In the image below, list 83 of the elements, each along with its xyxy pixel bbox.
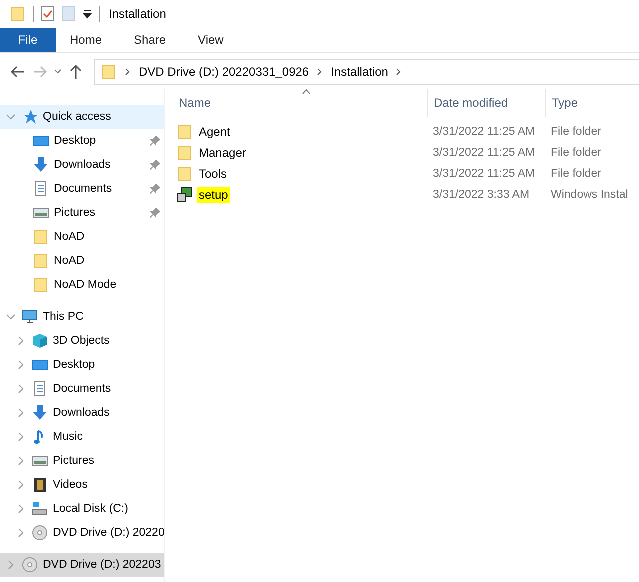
address-bar[interactable]: DVD Drive (D:) 20220331_0926 Installation (94, 59, 639, 85)
nav-item[interactable]: Pictures (0, 201, 164, 225)
back-icon[interactable] (10, 64, 26, 80)
folder-icon (33, 229, 49, 245)
document-icon (32, 381, 48, 397)
nav-item[interactable]: DVD Drive (D:) 202203 (0, 553, 164, 577)
nav-item[interactable]: Downloads (0, 401, 164, 425)
nav-item[interactable]: Quick access (0, 105, 164, 129)
forward-icon[interactable] (32, 64, 48, 80)
file-type: File folder (550, 146, 602, 158)
file-type: File folder (550, 168, 602, 180)
breadcrumb[interactable]: Installation (331, 65, 388, 79)
nav-item[interactable]: NoAD (0, 249, 164, 273)
computer-icon (22, 309, 38, 325)
cube-icon (32, 333, 48, 349)
disc-icon (32, 525, 48, 541)
date-modified: 3/31/2022 3:33 AM (432, 188, 531, 200)
file-name[interactable]: Manager (197, 144, 248, 160)
star-icon (22, 109, 38, 125)
folder-icon (177, 166, 193, 182)
folder-icon (33, 277, 49, 293)
nav-item[interactable]: NoAD Mode (0, 273, 164, 297)
folder-icon (10, 6, 26, 22)
nav-item[interactable]: Pictures (0, 449, 164, 473)
nav-item[interactable]: 3D Objects (0, 329, 164, 353)
sort-up-icon (302, 89, 311, 95)
nav-item[interactable]: Downloads (0, 153, 164, 177)
folder-icon (177, 144, 193, 160)
nav-item[interactable]: DVD Drive (D:) 20220 (0, 521, 164, 545)
down-arrow-icon (32, 405, 48, 421)
nav-item[interactable]: Desktop (0, 353, 164, 377)
monitor-icon (32, 357, 48, 373)
nav-item[interactable]: Videos (0, 473, 164, 497)
document-icon (33, 181, 49, 197)
nav-item[interactable]: Music (0, 425, 164, 449)
picture-icon (33, 205, 49, 221)
ribbon-tab[interactable]: Home (56, 28, 116, 52)
drive-icon (32, 501, 48, 517)
pin-icon[interactable] (150, 184, 160, 194)
file-type: Windows Instal (550, 188, 630, 200)
file-name[interactable]: Tools (197, 166, 230, 182)
dropdown-icon[interactable] (83, 10, 92, 18)
nav-item[interactable]: Local Disk (C:) (0, 497, 164, 521)
chevron-down-icon[interactable] (6, 112, 16, 122)
disc-icon (22, 557, 38, 573)
nav-item[interactable]: NoAD (0, 225, 164, 249)
chevron-down-icon[interactable] (6, 312, 16, 322)
date-modified: 3/31/2022 11:25 AM (432, 146, 536, 158)
folder-icon (101, 64, 117, 80)
pin-icon[interactable] (150, 160, 160, 170)
folder-icon (177, 124, 193, 140)
file-type: File folder (550, 126, 602, 138)
nav-item[interactable]: This PC (0, 305, 164, 329)
breadcrumb[interactable]: DVD Drive (D:) 20220331_0926 (139, 65, 310, 79)
file-name[interactable]: setup (197, 186, 230, 202)
chevron-right-icon[interactable] (396, 68, 402, 76)
chevron-right-icon[interactable] (317, 68, 324, 76)
down-arrow-icon (33, 157, 49, 173)
date-modified: 3/31/2022 11:25 AM (432, 168, 536, 180)
ribbon-tab[interactable]: Share (120, 28, 180, 52)
ribbon-tab[interactable]: View (184, 28, 238, 52)
column-header[interactable]: Name (177, 89, 427, 117)
file-tab[interactable]: File (0, 28, 56, 52)
chevron-right-icon[interactable] (125, 68, 131, 76)
properties-icon[interactable] (41, 6, 55, 22)
file-name[interactable]: Agent (197, 124, 232, 140)
column-header[interactable]: Date modified (427, 89, 545, 117)
nav-item[interactable]: Documents (0, 177, 164, 201)
chevron-down-icon[interactable] (54, 69, 62, 75)
monitor-icon (33, 133, 49, 149)
window-title: Installation (109, 7, 166, 21)
installer-icon (177, 186, 193, 202)
new-folder-icon[interactable] (62, 6, 76, 22)
picture-icon (32, 453, 48, 469)
folder-icon (33, 253, 49, 269)
column-header[interactable]: Type (545, 89, 630, 117)
up-arrow-icon[interactable] (68, 64, 84, 80)
film-icon (32, 477, 48, 493)
pin-icon[interactable] (150, 136, 160, 146)
nav-item[interactable]: Documents (0, 377, 164, 401)
pin-icon[interactable] (150, 208, 160, 218)
date-modified: 3/31/2022 11:25 AM (432, 126, 536, 138)
nav-item[interactable]: Desktop (0, 129, 164, 153)
